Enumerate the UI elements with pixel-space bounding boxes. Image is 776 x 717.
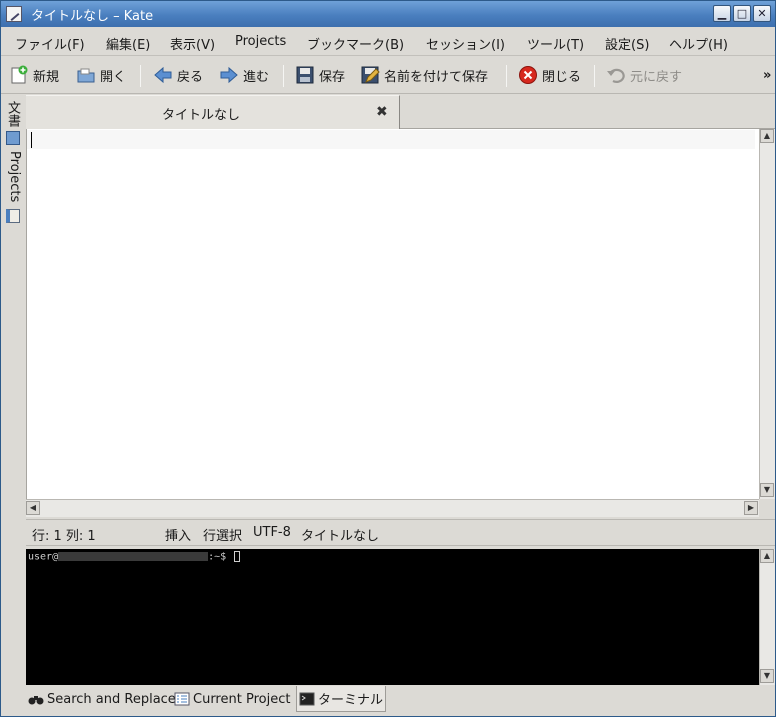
prompt-user: user@: [28, 551, 59, 563]
menu-bookmarks[interactable]: ブックマーク(B): [307, 34, 404, 53]
redacted-hostname: [58, 552, 209, 561]
undo-button[interactable]: 元に戻す: [606, 63, 682, 87]
close-window-button[interactable]: ✕: [753, 5, 771, 22]
main-toolbar: 新規 開く 戻る 進む 保存 名前を付けて保存 閉じる 元に戻す »: [1, 57, 775, 94]
project-list-icon: [174, 692, 190, 706]
status-filename: タイトルなし: [301, 529, 380, 544]
tab-project-label: Current Project: [193, 691, 291, 707]
close-circle-icon: [518, 65, 538, 85]
tab-search-and-replace[interactable]: Search and Replace: [26, 686, 178, 712]
scroll-right-arrow-icon[interactable]: ▶: [744, 501, 758, 515]
document-tab-title: タイトルなし: [161, 108, 240, 123]
terminal-icon: [299, 692, 315, 706]
scroll-up-arrow-icon[interactable]: ▲: [760, 129, 774, 143]
arrow-left-icon: [153, 65, 173, 85]
current-line-highlight: [27, 130, 755, 149]
menu-edit[interactable]: 編集(E): [106, 34, 150, 53]
documents-icon: [6, 131, 20, 145]
selection-mode[interactable]: 行選択: [203, 525, 242, 544]
scroll-down-arrow-icon[interactable]: ▼: [760, 669, 774, 683]
back-label: 戻る: [177, 69, 204, 85]
open-button[interactable]: 開く: [76, 63, 126, 87]
forward-button[interactable]: 進む: [219, 63, 269, 87]
forward-label: 進む: [243, 69, 270, 85]
menu-file[interactable]: ファイル(F): [15, 34, 85, 53]
bottom-tool-tabs: Search and Replace Current Project ターミナル: [26, 686, 775, 712]
document-tab-bar: タイトルなし ✖: [26, 95, 775, 129]
editor-vertical-scrollbar[interactable]: ▲ ▼: [759, 129, 775, 499]
tab-terminal[interactable]: ターミナル: [296, 686, 387, 712]
save-as-pencil-icon: [360, 65, 380, 85]
minimize-button[interactable]: ▁: [713, 5, 731, 22]
close-label: 閉じる: [542, 69, 582, 85]
text-cursor: [31, 132, 32, 148]
open-label: 開く: [100, 69, 127, 85]
scroll-up-arrow-icon[interactable]: ▲: [760, 549, 774, 563]
scroll-down-arrow-icon[interactable]: ▼: [760, 483, 774, 497]
tab-current-project[interactable]: Current Project: [172, 686, 292, 712]
toolbar-overflow-button[interactable]: »: [763, 63, 771, 87]
tab-terminal-label: ターミナル: [318, 693, 384, 708]
save-as-button[interactable]: 名前を付けて保存: [360, 63, 488, 87]
editor-horizontal-scrollbar[interactable]: ◀ ▶: [26, 499, 759, 517]
side-tab-documents[interactable]: 文書: [4, 101, 22, 127]
terminal-cursor: [234, 551, 241, 562]
toolbar-separator: [283, 65, 284, 87]
undo-icon: [606, 65, 626, 85]
terminal-panel[interactable]: user@ :~$: [26, 549, 759, 685]
tab-search-label: Search and Replace: [47, 691, 176, 707]
menu-sessions[interactable]: セッション(I): [426, 34, 505, 53]
toolbar-separator: [594, 65, 595, 87]
encoding[interactable]: UTF-8: [253, 525, 291, 540]
menu-tools[interactable]: ツール(T): [527, 34, 584, 53]
kate-window: タイトルなし – Kate ▁ □ ✕ ファイル(F) 編集(E) 表示(V) …: [0, 0, 776, 717]
menu-settings[interactable]: 設定(S): [605, 34, 649, 53]
new-document-icon: [9, 65, 29, 85]
side-tab-documents-label: 文書: [5, 101, 20, 127]
input-mode[interactable]: 挿入: [165, 525, 191, 544]
close-document-button[interactable]: 閉じる: [518, 63, 581, 87]
terminal-prompt: user@ :~$: [28, 551, 241, 563]
side-tab-projects-label: Projects: [7, 151, 22, 203]
projects-icon: [6, 209, 20, 223]
terminal-scrollbar[interactable]: ▲ ▼: [759, 549, 775, 685]
menu-view[interactable]: 表示(V): [170, 34, 215, 53]
status-bar: 行: 1 列: 1 挿入 行選択 UTF-8 タイトルなし: [26, 519, 775, 546]
open-folder-icon: [76, 65, 96, 85]
new-button[interactable]: 新規: [9, 63, 59, 87]
menu-projects[interactable]: Projects: [235, 34, 286, 49]
save-as-label: 名前を付けて保存: [384, 69, 489, 85]
title-bar[interactable]: タイトルなし – Kate ▁ □ ✕: [1, 1, 775, 27]
save-label: 保存: [319, 69, 346, 85]
menu-help[interactable]: ヘルプ(H): [669, 34, 728, 53]
window-title: タイトルなし – Kate: [31, 9, 154, 24]
scroll-left-arrow-icon[interactable]: ◀: [26, 501, 40, 515]
new-label: 新規: [33, 69, 60, 85]
back-button[interactable]: 戻る: [153, 63, 203, 87]
document-tab[interactable]: タイトルなし ✖: [26, 95, 400, 129]
arrow-right-icon: [219, 65, 239, 85]
kate-app-icon[interactable]: [6, 6, 22, 22]
editor-text-area[interactable]: [26, 129, 759, 499]
cursor-position: 行: 1 列: 1: [32, 529, 96, 544]
floppy-disk-icon: [295, 65, 315, 85]
menu-bar: ファイル(F) 編集(E) 表示(V) Projects ブックマーク(B) セ…: [1, 28, 775, 56]
toolbar-separator: [506, 65, 507, 87]
undo-label: 元に戻す: [630, 69, 683, 85]
prompt-suffix: :~$: [208, 551, 233, 563]
side-panel: 文書 Projects: [1, 95, 25, 685]
side-tab-projects[interactable]: Projects: [4, 151, 22, 202]
binoculars-icon: [28, 692, 44, 706]
save-button[interactable]: 保存: [295, 63, 345, 87]
maximize-button[interactable]: □: [733, 5, 751, 22]
toolbar-separator: [140, 65, 141, 87]
tab-close-icon[interactable]: ✖: [376, 104, 388, 120]
